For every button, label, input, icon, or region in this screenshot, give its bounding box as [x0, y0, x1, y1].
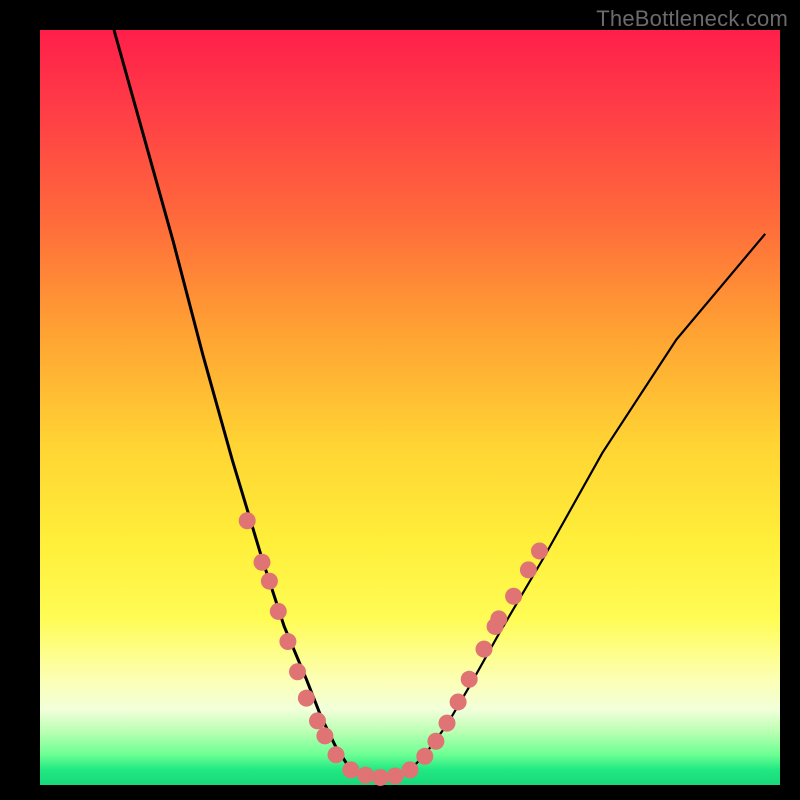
marker-dot: [357, 767, 374, 784]
marker-dot: [505, 588, 522, 605]
marker-dot: [309, 712, 326, 729]
marker-dot: [531, 542, 548, 559]
marker-dot: [316, 727, 333, 744]
marker-dot: [427, 733, 444, 750]
marker-dot: [279, 633, 296, 650]
curve-left-arm: [114, 30, 366, 777]
curve-right-arm: [366, 234, 766, 778]
marker-dot: [261, 573, 278, 590]
marker-dot: [402, 761, 419, 778]
watermark-text: TheBottleneck.com: [596, 6, 788, 32]
marker-dot: [476, 641, 493, 658]
marker-dot: [520, 561, 537, 578]
marker-dot: [439, 715, 456, 732]
marker-dot: [239, 512, 256, 529]
marker-dot: [328, 746, 345, 763]
curve-layer: [40, 30, 780, 785]
marker-dot: [490, 610, 507, 627]
marker-dot: [270, 603, 287, 620]
marker-dot: [416, 748, 433, 765]
marker-dot: [254, 554, 271, 571]
marker-dot: [450, 693, 467, 710]
marker-dot: [461, 671, 478, 688]
marker-dot: [342, 761, 359, 778]
plot-area: [40, 30, 780, 785]
marker-dot: [372, 769, 389, 786]
marker-dot: [298, 690, 315, 707]
marker-dot: [387, 767, 404, 784]
marker-dot: [289, 663, 306, 680]
marker-dots: [239, 512, 548, 786]
chart-frame: TheBottleneck.com: [0, 0, 800, 800]
